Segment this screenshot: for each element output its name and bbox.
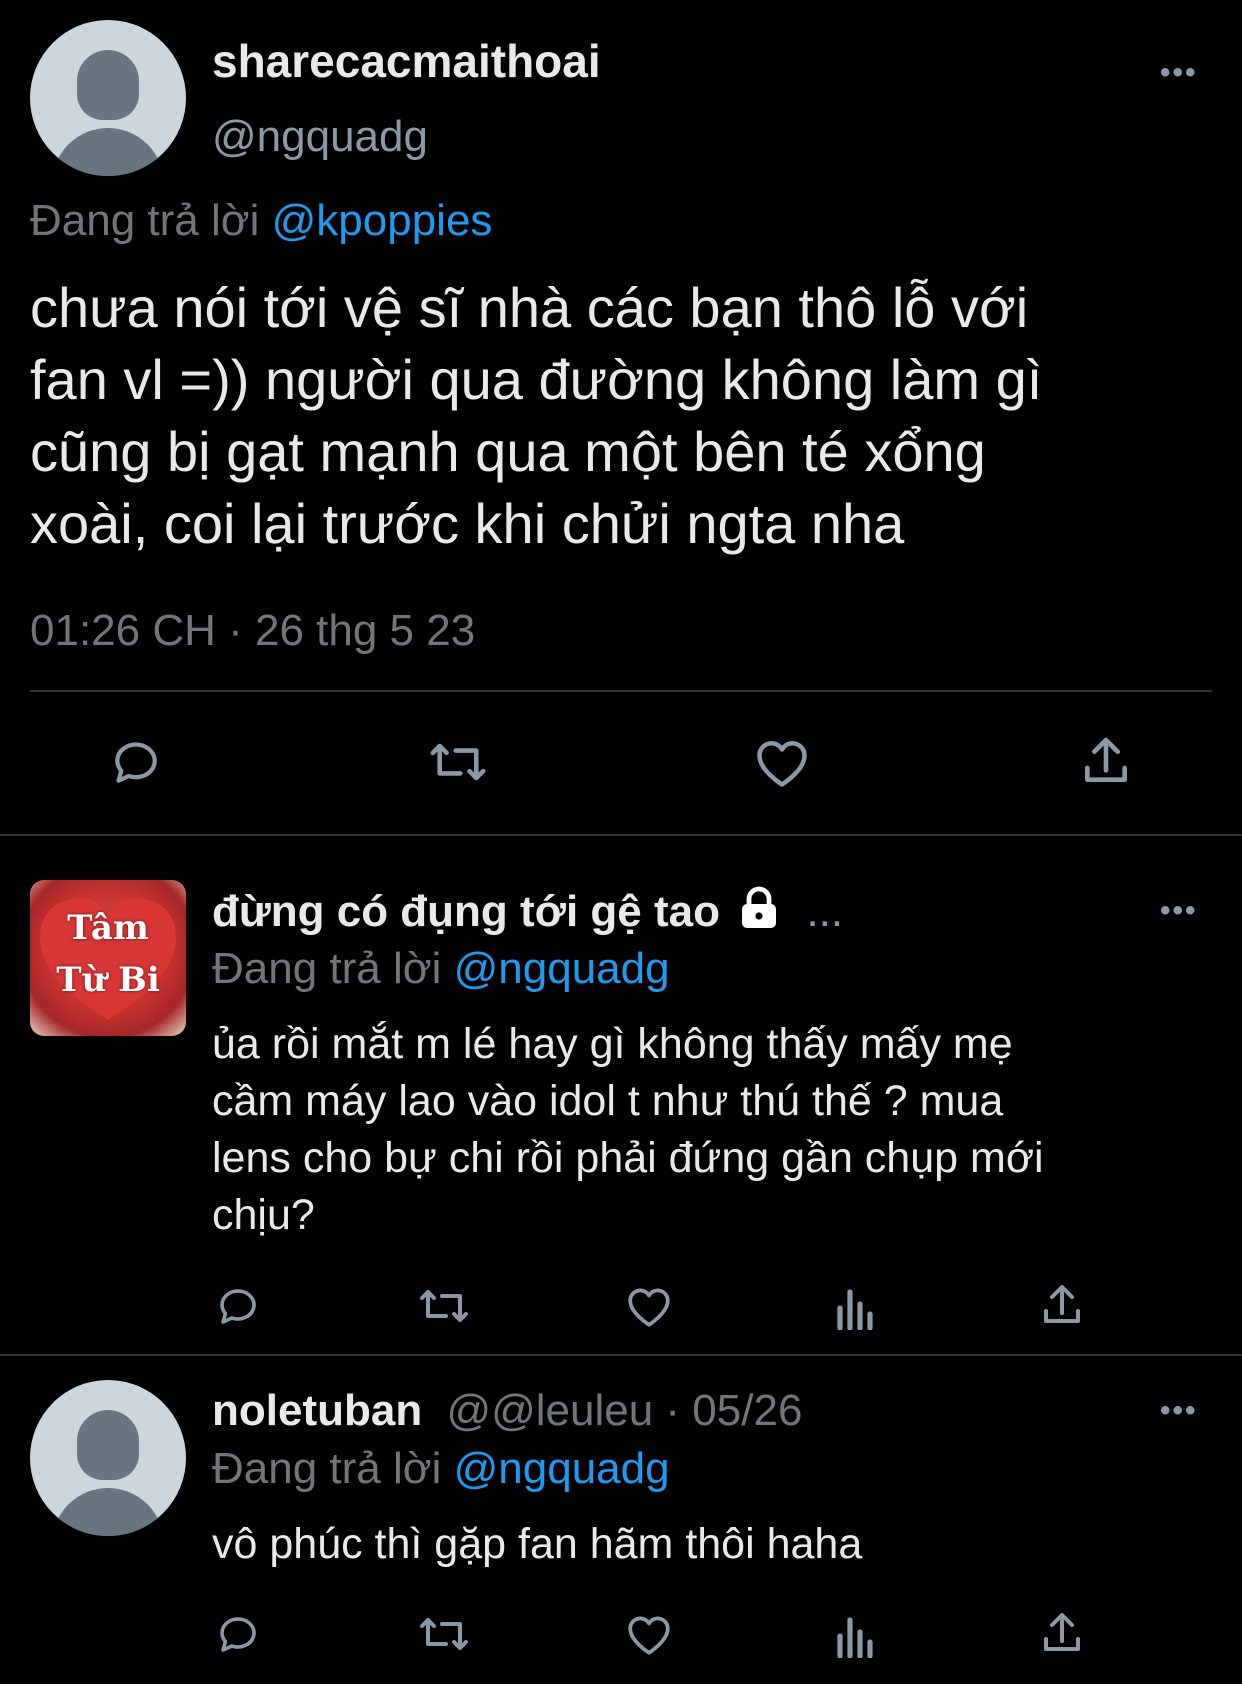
display-name[interactable]: đừng có đụng tới gệ tao bbox=[212, 887, 720, 936]
like-icon[interactable] bbox=[752, 734, 812, 790]
user-handle[interactable]: @ngquadg bbox=[212, 112, 428, 162]
analytics-icon[interactable] bbox=[834, 1284, 878, 1330]
reply-icon[interactable] bbox=[108, 734, 164, 790]
replying-to-link[interactable]: @kpoppies bbox=[272, 196, 493, 245]
display-name[interactable]: noletuban bbox=[212, 1386, 422, 1435]
tweet-text: chưa nói tới vệ sĩ nhà các bạn thô lỗ vớ… bbox=[30, 272, 1042, 560]
retweet-icon[interactable] bbox=[416, 1282, 472, 1330]
replying-to: Đang trả lời @kpoppies bbox=[30, 196, 492, 246]
avatar[interactable]: Tâm Từ Bi bbox=[30, 880, 186, 1036]
display-name-row: đừng có đụng tới gệ tao ... bbox=[212, 886, 843, 941]
divider bbox=[0, 834, 1242, 836]
retweet-icon[interactable] bbox=[416, 1610, 472, 1658]
tweet-text-line: ủa rồi mắt m lé hay gì không thấy mấy mẹ bbox=[212, 1020, 1013, 1068]
avatar[interactable] bbox=[30, 20, 186, 176]
handle-truncated: ... bbox=[806, 887, 844, 936]
tweet-text: ủa rồi mắt m lé hay gì không thấy mấy mẹ… bbox=[212, 1016, 1044, 1244]
tweet-text: vô phúc thì gặp fan hãm thôi haha bbox=[212, 1520, 863, 1568]
tweet-text-line: xoài, coi lại trước khi chửi ngta nha bbox=[30, 492, 905, 555]
handle-and-date[interactable]: @@leuleu · 05/26 bbox=[446, 1386, 802, 1435]
like-icon[interactable] bbox=[624, 1282, 674, 1330]
tweet-text-line: cũng bị gạt mạnh qua một bên té xổng bbox=[30, 420, 986, 483]
replying-to-label: Đang trả lời bbox=[212, 944, 442, 993]
avatar-text: Từ Bi bbox=[56, 960, 160, 1000]
reply-icon[interactable] bbox=[214, 1282, 262, 1330]
divider bbox=[30, 690, 1212, 692]
more-options-button[interactable]: ••• bbox=[1160, 58, 1198, 88]
replying-to: Đang trả lời @ngquadg bbox=[212, 944, 670, 994]
replying-to-link[interactable]: @ngquadg bbox=[454, 944, 670, 993]
tweet-text-line: chưa nói tới vệ sĩ nhà các bạn thô lỗ vớ… bbox=[30, 276, 1029, 339]
more-options-button[interactable]: ••• bbox=[1160, 1396, 1198, 1426]
like-icon[interactable] bbox=[624, 1610, 674, 1658]
avatar-text: Tâm bbox=[67, 908, 149, 948]
replying-to: Đang trả lời @ngquadg bbox=[212, 1444, 670, 1494]
replying-to-link[interactable]: @ngquadg bbox=[454, 1444, 670, 1493]
tweet-text-line: cầm máy lao vào idol t như thú thế ? mua bbox=[212, 1077, 1004, 1125]
tweet-text-line: lens cho bự chi rồi phải đứng gần chụp m… bbox=[212, 1134, 1044, 1182]
avatar[interactable] bbox=[30, 1380, 186, 1536]
replying-to-label: Đang trả lời bbox=[212, 1444, 442, 1493]
lock-icon bbox=[738, 886, 780, 941]
tweet-text-line: fan vl =)) người qua đường không làm gì bbox=[30, 348, 1043, 411]
tweet-timestamp[interactable]: 01:26 CH · 26 thg 5 23 bbox=[30, 606, 475, 656]
display-name[interactable]: sharecacmaithoai bbox=[212, 34, 601, 88]
reply-icon[interactable] bbox=[214, 1610, 262, 1658]
retweet-icon[interactable] bbox=[426, 734, 490, 790]
analytics-icon[interactable] bbox=[834, 1612, 878, 1658]
more-options-button[interactable]: ••• bbox=[1160, 896, 1198, 926]
display-name-row: noletuban @@leuleu · 05/26 bbox=[212, 1386, 802, 1436]
divider bbox=[0, 1354, 1242, 1356]
tweet-text-line: chịu? bbox=[212, 1191, 315, 1239]
share-icon[interactable] bbox=[1038, 1280, 1086, 1330]
share-icon[interactable] bbox=[1038, 1608, 1086, 1658]
share-icon[interactable] bbox=[1078, 732, 1134, 790]
replying-to-label: Đang trả lời bbox=[30, 196, 260, 245]
